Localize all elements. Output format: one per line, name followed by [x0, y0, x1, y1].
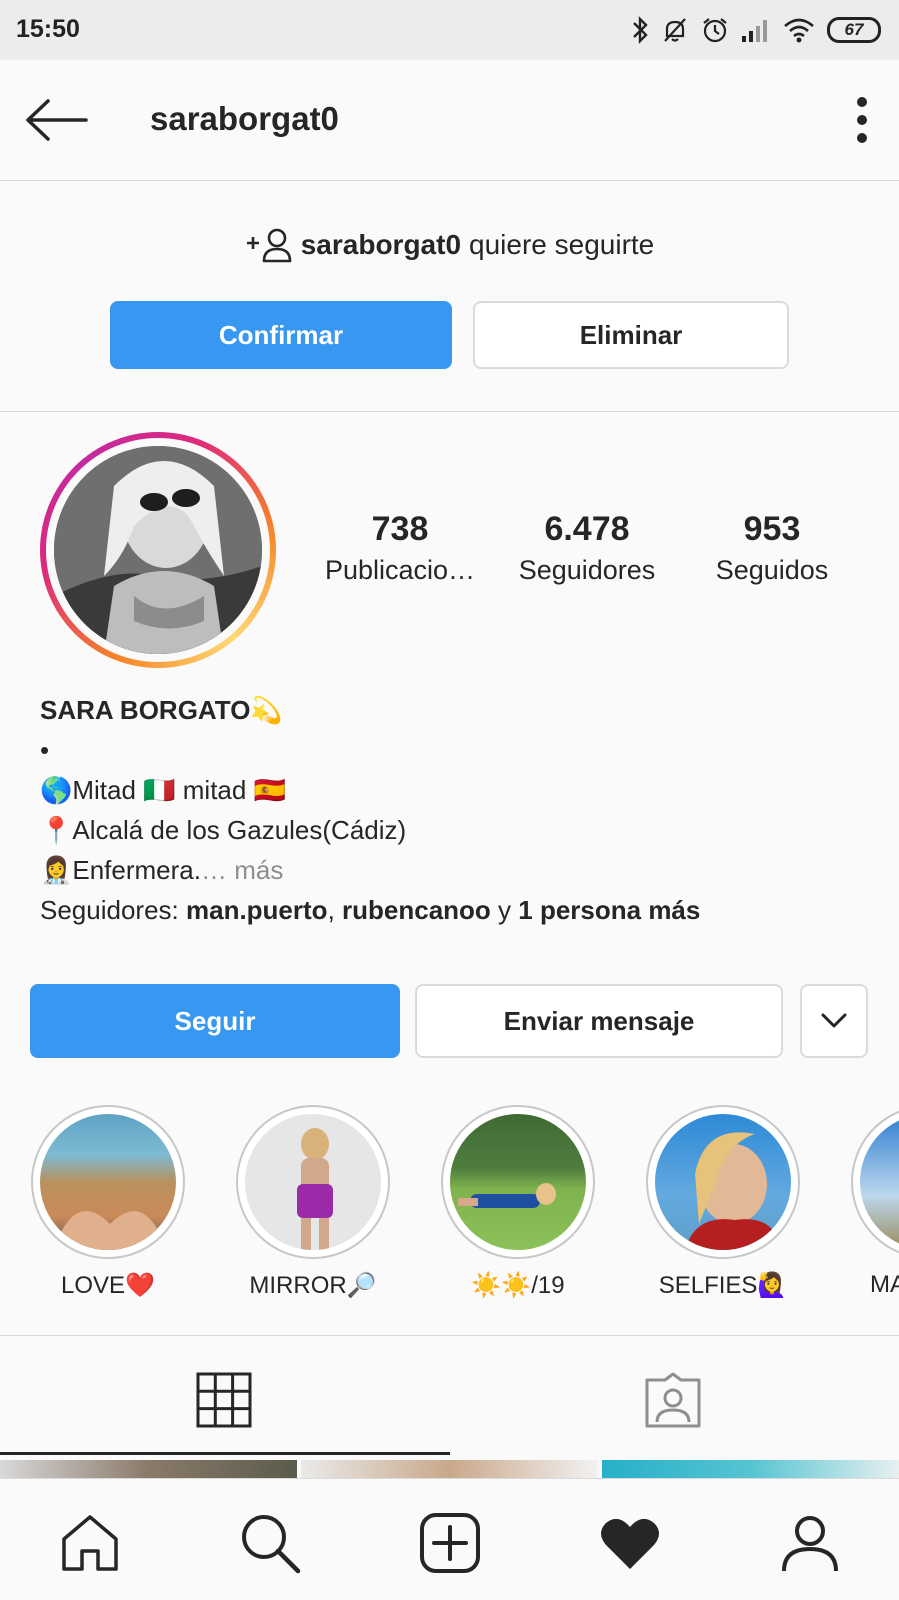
highlight-ring	[646, 1105, 800, 1259]
follower-more-link[interactable]: 1 persona más	[518, 895, 700, 925]
highlight-thumbnail	[245, 1114, 381, 1250]
stat-followers[interactable]: 6.478 Seguidores	[497, 510, 677, 586]
bottom-navigation	[0, 1478, 899, 1600]
stat-followers-label: Seguidores	[518, 555, 656, 585]
highlight-ring	[851, 1105, 899, 1259]
status-time: 15:50	[16, 15, 80, 43]
highlight-item[interactable]: SELFIES🙋‍♀️	[643, 1105, 803, 1300]
bio-line: 📍Alcalá de los Gazules(Cádiz)	[40, 815, 407, 845]
request-message: quiere seguirte	[469, 229, 655, 260]
follow-request-text: saraborgat0 quiere seguirte	[0, 227, 899, 263]
highlight-label: ☀️☀️/19	[471, 1272, 565, 1299]
highlight-thumbnail	[655, 1114, 791, 1250]
followed-by: Seguidores: man.puerto, rubencanoo y 1 p…	[40, 890, 860, 930]
profile-icon[interactable]	[778, 1511, 842, 1575]
chevron-down-icon	[821, 1013, 847, 1028]
status-icons: 67	[631, 14, 881, 46]
highlight-thumbnail	[40, 1114, 176, 1250]
follow-button[interactable]: Seguir	[30, 984, 400, 1058]
stat-followers-value: 6.478	[544, 510, 630, 548]
avatar-ring-gap	[46, 438, 270, 662]
bio-line: •	[40, 735, 50, 765]
confirm-button[interactable]: Confirmar	[110, 301, 452, 369]
highlight-thumbnail	[450, 1114, 586, 1250]
avatar-image	[54, 446, 262, 654]
bio-more-link[interactable]: … más	[201, 855, 283, 885]
suggestions-dropdown-button[interactable]	[800, 984, 868, 1058]
highlight-label: MA	[870, 1271, 899, 1298]
posts-grid-preview	[0, 1460, 899, 1478]
wifi-icon	[784, 18, 814, 43]
follow-request-banner: saraborgat0 quiere seguirte Confirmar El…	[0, 181, 899, 412]
highlight-ring	[31, 1105, 185, 1259]
highlight-ring	[441, 1105, 595, 1259]
highlight-item[interactable]: LOVE❤️	[28, 1105, 188, 1300]
mute-icon	[664, 18, 686, 42]
stat-posts[interactable]: 738 Publicacio…	[310, 510, 490, 586]
grid-icon[interactable]	[196, 1372, 252, 1428]
delete-button[interactable]: Eliminar	[473, 301, 789, 369]
bio-line-last: 👩‍⚕️Enfermera.… más	[40, 850, 860, 890]
search-icon[interactable]	[238, 1511, 302, 1575]
request-username[interactable]: saraborgat0	[301, 229, 461, 261]
stat-posts-label: Publicacio…	[324, 555, 476, 585]
add-post-icon[interactable]	[418, 1511, 482, 1575]
page-title: saraborgat0	[150, 100, 339, 137]
alarm-icon	[703, 18, 727, 43]
battery-icon: 67	[827, 17, 881, 43]
post-thumbnail[interactable]	[0, 1460, 297, 1478]
bio-line: 🌎Mitad 🇮🇹 mitad 🇪🇸	[40, 775, 286, 805]
status-bar: 15:50 67	[0, 0, 899, 60]
back-arrow-icon[interactable]	[24, 98, 88, 142]
highlight-item[interactable]: MIRROR🔎	[233, 1105, 393, 1300]
followed-by-and: y	[490, 895, 519, 925]
tagged-photos-icon[interactable]	[643, 1372, 703, 1428]
stat-following[interactable]: 953 Seguidos	[682, 510, 862, 586]
tabs-divider	[0, 1335, 899, 1336]
highlight-label: SELFIES🙋‍♀️	[658, 1272, 788, 1299]
post-thumbnail[interactable]	[602, 1460, 899, 1478]
avatar-story-ring[interactable]	[40, 432, 276, 668]
follower-link[interactable]: rubencanoo	[342, 895, 491, 925]
app-bar: saraborgat0	[0, 60, 899, 181]
highlight-ring	[236, 1105, 390, 1259]
signal-icon	[742, 20, 767, 42]
highlight-label: MIRROR🔎	[249, 1272, 377, 1299]
heart-icon[interactable]	[598, 1511, 662, 1575]
display-name: SARA BORGATO💫	[40, 695, 283, 725]
highlight-item[interactable]: ☀️☀️/19	[438, 1105, 598, 1300]
bluetooth-icon	[633, 16, 648, 44]
post-thumbnail[interactable]	[301, 1460, 598, 1478]
followed-by-prefix: Seguidores:	[40, 895, 186, 925]
stat-following-value: 953	[743, 510, 801, 548]
add-user-icon	[246, 228, 292, 263]
follower-link[interactable]: man.puerto	[186, 895, 328, 925]
highlight-thumbnail	[860, 1114, 899, 1250]
profile-bio: SARA BORGATO💫 • 🌎Mitad 🇮🇹 mitad 🇪🇸 📍Alca…	[40, 690, 860, 930]
active-tab-indicator	[0, 1452, 450, 1455]
stat-following-label: Seguidos	[715, 555, 829, 585]
highlight-partial-wrap: MA	[848, 1105, 899, 1299]
bio-line: 👩‍⚕️Enfermera.	[40, 855, 201, 885]
highlight-item[interactable]: MA	[848, 1105, 899, 1299]
home-icon[interactable]	[58, 1511, 122, 1575]
followed-by-sep: ,	[327, 895, 343, 925]
highlight-label: LOVE❤️	[61, 1272, 155, 1299]
more-vertical-icon[interactable]	[855, 96, 869, 144]
send-message-button[interactable]: Enviar mensaje	[415, 984, 783, 1058]
avatar	[54, 446, 262, 654]
stat-posts-value: 738	[371, 510, 429, 548]
